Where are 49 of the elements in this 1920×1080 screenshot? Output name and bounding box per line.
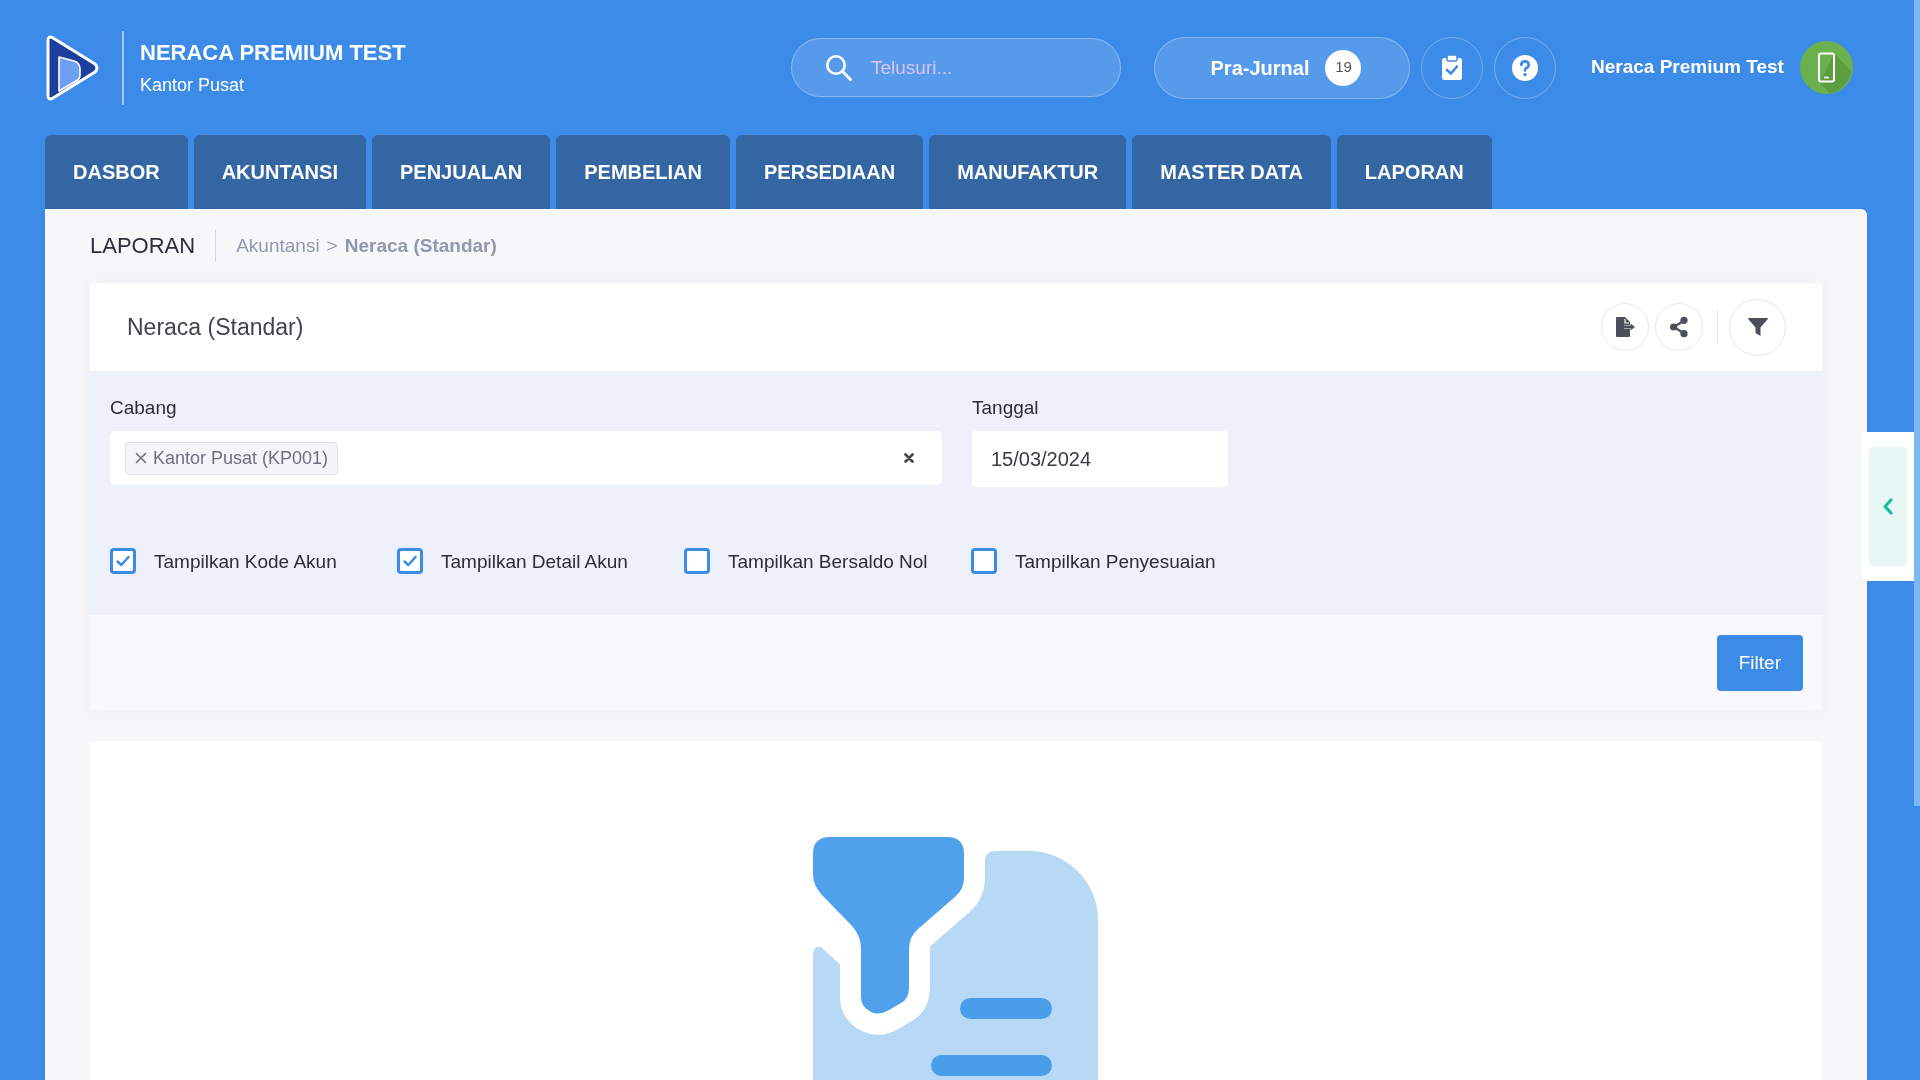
field-label: Tanggal xyxy=(972,396,1040,419)
nav-tab[interactable]: AKUNTANSI xyxy=(193,135,366,209)
export-button[interactable] xyxy=(1601,303,1649,351)
search-icon xyxy=(825,54,852,81)
checkbox[interactable] xyxy=(110,548,136,574)
remove-icon[interactable] xyxy=(135,452,147,464)
checkbox-label: Tampilkan Penyesuaian xyxy=(1015,549,1216,573)
checkbox[interactable] xyxy=(971,548,997,574)
report-title: Neraca (Standar) xyxy=(127,313,304,341)
company-name: NERACA PREMIUM TEST xyxy=(140,39,406,66)
chevron-left-icon xyxy=(1868,447,1907,566)
file-export-icon xyxy=(1614,316,1636,338)
breadcrumb-separator: > xyxy=(326,233,338,258)
nav-tab[interactable]: PENJUALAN xyxy=(371,135,551,209)
avatar-icon[interactable] xyxy=(1799,41,1853,94)
clear-icon[interactable] xyxy=(904,453,914,463)
branch-select-field[interactable]: Kantor Pusat (KP001) xyxy=(110,431,942,485)
filter-icon xyxy=(1746,316,1769,338)
field-label: Cabang xyxy=(110,396,178,419)
side-panel-toggle[interactable] xyxy=(1861,432,1914,581)
checkbox-label: Tampilkan Bersaldo Nol xyxy=(728,549,928,573)
nav-tab[interactable]: MASTER DATA xyxy=(1132,135,1331,209)
filter-button[interactable]: Filter xyxy=(1716,635,1803,691)
checkmark-icon xyxy=(116,555,130,567)
nav-tab[interactable]: MANUFAKTUR xyxy=(929,135,1127,209)
clipboard-check-icon xyxy=(1442,55,1462,80)
checkbox[interactable] xyxy=(684,548,710,574)
share-icon xyxy=(1669,316,1689,338)
nav-tab[interactable]: PEMBELIAN xyxy=(556,135,730,209)
scrollbar-thumb[interactable] xyxy=(1914,0,1920,806)
breadcrumb-current: Neraca (Standar) xyxy=(344,233,497,258)
checkbox[interactable] xyxy=(397,548,423,574)
pre-journal-button[interactable]: Pra-Jurnal 19 xyxy=(1154,36,1410,99)
logo-icon xyxy=(46,34,99,101)
date-field[interactable]: 15/03/2024 xyxy=(972,431,1228,487)
help-icon xyxy=(1512,54,1538,81)
checkbox-label: Tampilkan Detail Akun xyxy=(441,549,628,573)
checkbox-label: Tampilkan Kode Akun xyxy=(154,549,337,573)
nav-tab[interactable]: PERSEDIAAN xyxy=(736,135,924,209)
checkmark-icon xyxy=(403,555,417,567)
page-section-title: LAPORAN xyxy=(90,233,196,259)
user-name[interactable]: Neraca Premium Test xyxy=(1591,53,1784,82)
nav-tab[interactable]: DASBOR xyxy=(45,135,188,209)
branch-tag[interactable]: Kantor Pusat (KP001) xyxy=(125,441,339,475)
nav-tab[interactable]: LAPORAN xyxy=(1336,135,1492,209)
branch-name: Kantor Pusat xyxy=(140,73,246,96)
tag-label: Kantor Pusat (KP001) xyxy=(153,446,329,470)
share-button[interactable] xyxy=(1655,303,1703,351)
count-badge: 19 xyxy=(1325,49,1362,86)
